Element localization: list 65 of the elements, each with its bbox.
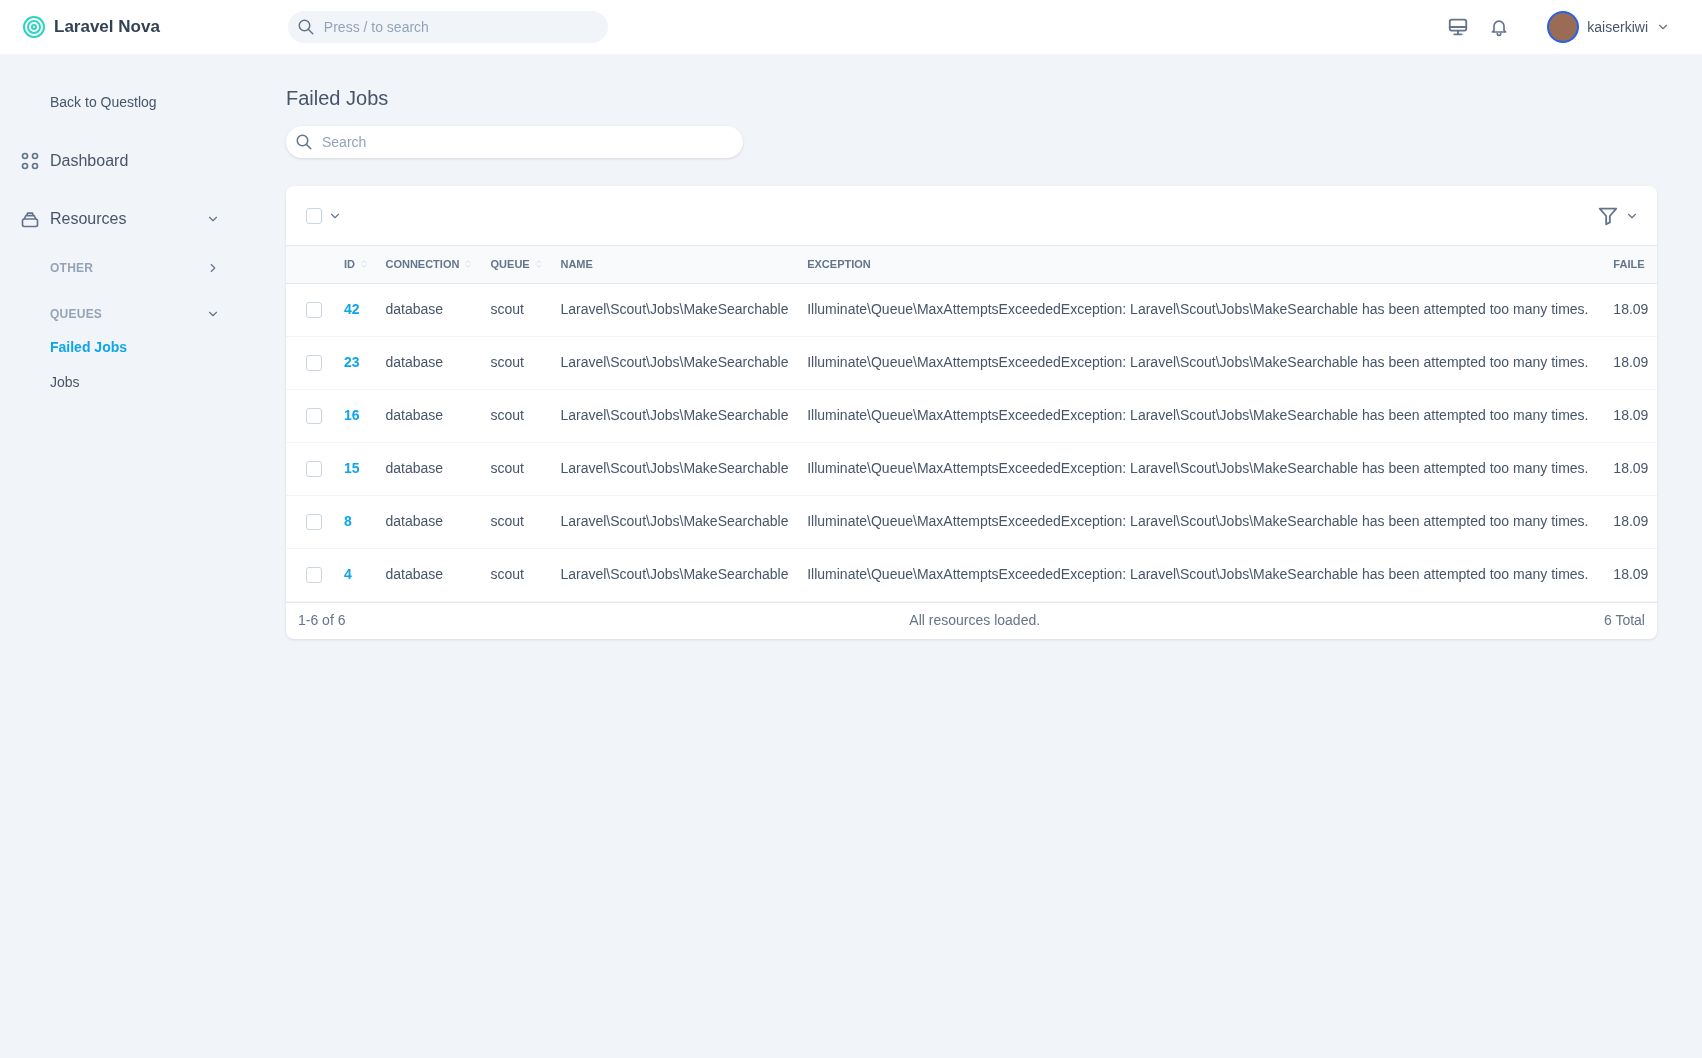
column-header: NAME: [560, 257, 593, 272]
sidebar-item[interactable]: Jobs: [50, 372, 286, 393]
id-link[interactable]: 15: [336, 442, 378, 495]
table-cell: database: [377, 389, 483, 442]
table-cell: Illuminate\Queue\MaxAttemptsExceededException: Laravel\Scout\Jobs\MakeSearchable has been attempted too many times.: [799, 336, 1606, 389]
sidebar-item[interactable]: Failed Jobs: [50, 337, 286, 358]
table-cell: Laravel\Scout\Jobs\MakeSearchable: [552, 442, 800, 495]
table-cell: 18.09: [1605, 548, 1657, 601]
table-cell: database: [377, 495, 483, 548]
id-link[interactable]: 8: [336, 495, 378, 548]
id-link[interactable]: 16: [336, 389, 378, 442]
row-checkbox[interactable]: [306, 567, 322, 584]
table-cell: database: [377, 442, 483, 495]
table-cell: scout: [482, 495, 553, 548]
pagination-range: 1-6 of 6: [298, 611, 346, 630]
grid-icon: [20, 151, 40, 171]
table-cell: database: [377, 548, 483, 601]
total-count: 6 Total: [1604, 611, 1645, 630]
table-cell: scout: [482, 336, 553, 389]
load-status: All resources loaded.: [909, 611, 1041, 630]
row-checkbox[interactable]: [306, 514, 322, 531]
id-link[interactable]: 42: [336, 283, 378, 336]
table-cell: 18.09: [1605, 495, 1657, 548]
table-cell: Illuminate\Queue\MaxAttemptsExceededException: Laravel\Scout\Jobs\MakeSearchable has been attempted too many times.: [799, 495, 1606, 548]
global-search-field[interactable]: Press / to search: [287, 11, 608, 43]
sidebar-group[interactable]: OTHER: [50, 259, 94, 277]
row-checkbox[interactable]: [306, 355, 322, 372]
row-checkbox[interactable]: [306, 408, 322, 425]
table-cell: database: [377, 283, 483, 336]
column-header: EXCEPTION: [807, 257, 871, 272]
table-cell: 18.09: [1605, 283, 1657, 336]
row-checkbox[interactable]: [306, 461, 322, 478]
table-cell: 18.09: [1605, 442, 1657, 495]
table-cell: Laravel\Scout\Jobs\MakeSearchable: [552, 548, 800, 601]
stack-icon: [20, 209, 40, 229]
table-cell: Illuminate\Queue\MaxAttemptsExceededException: Laravel\Scout\Jobs\MakeSearchable has been attempted too many times.: [799, 389, 1606, 442]
table-cell: Laravel\Scout\Jobs\MakeSearchable: [552, 389, 800, 442]
table-cell: database: [377, 336, 483, 389]
back-link[interactable]: Back to Questlog: [50, 92, 286, 113]
table-cell: Laravel\Scout\Jobs\MakeSearchable: [552, 336, 800, 389]
table-cell: scout: [482, 442, 553, 495]
table-cell: scout: [482, 548, 553, 601]
monitor-icon[interactable]: [1447, 16, 1470, 38]
page-title: Failed Jobs: [286, 86, 390, 110]
table-cell: Illuminate\Queue\MaxAttemptsExceededException: Laravel\Scout\Jobs\MakeSearchable has been attempted too many times.: [799, 283, 1606, 336]
select-all-checkbox[interactable]: [306, 207, 322, 224]
row-checkbox[interactable]: [306, 302, 322, 319]
table-cell: Illuminate\Queue\MaxAttemptsExceededException: Laravel\Scout\Jobs\MakeSearchable has been attempted too many times.: [799, 442, 1606, 495]
table-cell: Illuminate\Queue\MaxAttemptsExceededException: Laravel\Scout\Jobs\MakeSearchable has been attempted too many times.: [799, 548, 1606, 601]
table-cell: Laravel\Scout\Jobs\MakeSearchable: [552, 495, 800, 548]
table-cell: 18.09: [1605, 389, 1657, 442]
search-field[interactable]: Search: [286, 126, 743, 158]
user-menu[interactable]: kaiserkiwi: [1547, 11, 1670, 43]
table-cell: Laravel\Scout\Jobs\MakeSearchable: [552, 283, 800, 336]
sidebar-section[interactable]: Resources: [50, 207, 127, 231]
id-link[interactable]: 23: [336, 336, 378, 389]
column-header: FAILE: [1613, 257, 1645, 272]
table-cell: scout: [482, 283, 553, 336]
sidebar-group[interactable]: QUEUES: [50, 305, 103, 323]
sidebar-link[interactable]: Dashboard: [50, 149, 129, 173]
id-link[interactable]: 4: [336, 548, 378, 601]
table-cell: 18.09: [1605, 336, 1657, 389]
avatar: [1547, 11, 1580, 43]
app-name[interactable]: Laravel Nova: [54, 14, 160, 40]
table-cell: scout: [482, 389, 553, 442]
